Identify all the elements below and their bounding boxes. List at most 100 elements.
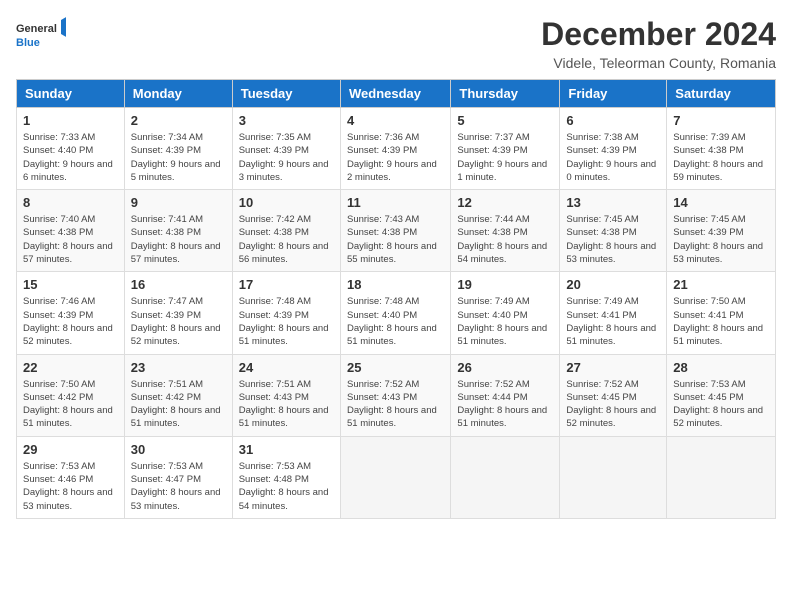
day-number: 16 [131, 277, 226, 292]
calendar-cell: 16 Sunrise: 7:47 AMSunset: 4:39 PMDayligh… [124, 272, 232, 354]
title-section: December 2024 Videle, Teleorman County, … [541, 16, 776, 71]
calendar-table: Sunday Monday Tuesday Wednesday Thursday… [16, 79, 776, 519]
day-number: 7 [673, 113, 769, 128]
day-number: 10 [239, 195, 334, 210]
day-number: 19 [457, 277, 553, 292]
day-info: Sunrise: 7:42 AMSunset: 4:38 PMDaylight:… [239, 213, 334, 266]
calendar-cell: 25Sunrise: 7:52 AMSunset: 4:43 PMDayligh… [340, 354, 450, 436]
calendar-cell: 27 Sunrise: 7:52 AMSunset: 4:45 PMDayligh… [560, 354, 667, 436]
calendar-cell: 13 Sunrise: 7:45 AMSunset: 4:38 PMDayligh… [560, 190, 667, 272]
day-info: Sunrise: 7:50 AMSunset: 4:42 PMDaylight:… [23, 378, 118, 431]
day-number: 27 [566, 360, 660, 375]
calendar-cell: 9Sunrise: 7:41 AMSunset: 4:38 PMDaylight… [124, 190, 232, 272]
calendar-cell: 14 Sunrise: 7:45 AMSunset: 4:39 PMDayligh… [667, 190, 776, 272]
day-number: 23 [131, 360, 226, 375]
day-number: 22 [23, 360, 118, 375]
day-info: Sunrise: 7:45 AMSunset: 4:38 PMDaylight:… [566, 213, 660, 266]
day-info: Sunrise: 7:38 AMSunset: 4:39 PMDaylight:… [566, 131, 660, 184]
calendar-cell: 6 Sunrise: 7:38 AMSunset: 4:39 PMDaylight… [560, 108, 667, 190]
svg-text:General: General [16, 23, 57, 35]
calendar-cell: 2 Sunrise: 7:34 AMSunset: 4:39 PMDaylight… [124, 108, 232, 190]
day-info: Sunrise: 7:53 AMSunset: 4:46 PMDaylight:… [23, 460, 118, 513]
day-number: 29 [23, 442, 118, 457]
day-number: 8 [23, 195, 118, 210]
calendar-week-row: 8 Sunrise: 7:40 AMSunset: 4:38 PMDaylight… [17, 190, 776, 272]
col-sunday: Sunday [17, 80, 125, 108]
day-info: Sunrise: 7:47 AMSunset: 4:39 PMDaylight:… [131, 295, 226, 348]
calendar-cell: 12Sunrise: 7:44 AMSunset: 4:38 PMDayligh… [451, 190, 560, 272]
day-number: 30 [131, 442, 226, 457]
day-number: 17 [239, 277, 334, 292]
day-number: 14 [673, 195, 769, 210]
day-number: 4 [347, 113, 444, 128]
day-number: 1 [23, 113, 118, 128]
day-number: 20 [566, 277, 660, 292]
calendar-cell: 17Sunrise: 7:48 AMSunset: 4:39 PMDayligh… [232, 272, 340, 354]
day-number: 13 [566, 195, 660, 210]
calendar-cell: 21 Sunrise: 7:50 AMSunset: 4:41 PMDayligh… [667, 272, 776, 354]
calendar-week-row: 22 Sunrise: 7:50 AMSunset: 4:42 PMDayligh… [17, 354, 776, 436]
day-info: Sunrise: 7:52 AMSunset: 4:45 PMDaylight:… [566, 378, 660, 431]
calendar-cell: 5Sunrise: 7:37 AMSunset: 4:39 PMDaylight… [451, 108, 560, 190]
day-info: Sunrise: 7:33 AMSunset: 4:40 PMDaylight:… [23, 131, 118, 184]
calendar-cell: 8 Sunrise: 7:40 AMSunset: 4:38 PMDaylight… [17, 190, 125, 272]
day-info: Sunrise: 7:39 AMSunset: 4:38 PMDaylight:… [673, 131, 769, 184]
col-thursday: Thursday [451, 80, 560, 108]
day-number: 15 [23, 277, 118, 292]
calendar-cell: 26Sunrise: 7:52 AMSunset: 4:44 PMDayligh… [451, 354, 560, 436]
day-info: Sunrise: 7:34 AMSunset: 4:39 PMDaylight:… [131, 131, 226, 184]
calendar-cell: 11 Sunrise: 7:43 AMSunset: 4:38 PMDayligh… [340, 190, 450, 272]
day-number: 24 [239, 360, 334, 375]
day-info: Sunrise: 7:35 AMSunset: 4:39 PMDaylight:… [239, 131, 334, 184]
calendar-cell: 24 Sunrise: 7:51 AMSunset: 4:43 PMDayligh… [232, 354, 340, 436]
day-number: 2 [131, 113, 226, 128]
logo-svg: General Blue [16, 16, 66, 54]
col-tuesday: Tuesday [232, 80, 340, 108]
calendar-cell: 19 Sunrise: 7:49 AMSunset: 4:40 PMDayligh… [451, 272, 560, 354]
calendar-cell: 10 Sunrise: 7:42 AMSunset: 4:38 PMDayligh… [232, 190, 340, 272]
col-wednesday: Wednesday [340, 80, 450, 108]
day-info: Sunrise: 7:49 AMSunset: 4:40 PMDaylight:… [457, 295, 553, 348]
day-info: Sunrise: 7:37 AMSunset: 4:39 PMDaylight:… [457, 131, 553, 184]
calendar-week-row: 29 Sunrise: 7:53 AMSunset: 4:46 PMDayligh… [17, 436, 776, 518]
day-info: Sunrise: 7:52 AMSunset: 4:43 PMDaylight:… [347, 378, 444, 431]
calendar-cell: 22 Sunrise: 7:50 AMSunset: 4:42 PMDayligh… [17, 354, 125, 436]
page-header: General Blue December 2024 Videle, Teleo… [16, 16, 776, 71]
day-info: Sunrise: 7:36 AMSunset: 4:39 PMDaylight:… [347, 131, 444, 184]
calendar-header-row: Sunday Monday Tuesday Wednesday Thursday… [17, 80, 776, 108]
day-info: Sunrise: 7:53 AMSunset: 4:45 PMDaylight:… [673, 378, 769, 431]
month-title: December 2024 [541, 16, 776, 53]
calendar-cell: 29 Sunrise: 7:53 AMSunset: 4:46 PMDayligh… [17, 436, 125, 518]
day-info: Sunrise: 7:51 AMSunset: 4:43 PMDaylight:… [239, 378, 334, 431]
svg-text:Blue: Blue [16, 37, 40, 49]
day-number: 21 [673, 277, 769, 292]
day-info: Sunrise: 7:43 AMSunset: 4:38 PMDaylight:… [347, 213, 444, 266]
day-info: Sunrise: 7:48 AMSunset: 4:40 PMDaylight:… [347, 295, 444, 348]
calendar-cell: 4 Sunrise: 7:36 AMSunset: 4:39 PMDaylight… [340, 108, 450, 190]
calendar-week-row: 1 Sunrise: 7:33 AMSunset: 4:40 PMDaylight… [17, 108, 776, 190]
day-info: Sunrise: 7:45 AMSunset: 4:39 PMDaylight:… [673, 213, 769, 266]
day-number: 3 [239, 113, 334, 128]
day-info: Sunrise: 7:50 AMSunset: 4:41 PMDaylight:… [673, 295, 769, 348]
day-number: 11 [347, 195, 444, 210]
calendar-cell: 7 Sunrise: 7:39 AMSunset: 4:38 PMDaylight… [667, 108, 776, 190]
calendar-cell: 31Sunrise: 7:53 AMSunset: 4:48 PMDayligh… [232, 436, 340, 518]
calendar-week-row: 15Sunrise: 7:46 AMSunset: 4:39 PMDayligh… [17, 272, 776, 354]
calendar-cell: 1 Sunrise: 7:33 AMSunset: 4:40 PMDaylight… [17, 108, 125, 190]
day-number: 28 [673, 360, 769, 375]
day-info: Sunrise: 7:53 AMSunset: 4:47 PMDaylight:… [131, 460, 226, 513]
calendar-cell [451, 436, 560, 518]
day-info: Sunrise: 7:41 AMSunset: 4:38 PMDaylight:… [131, 213, 226, 266]
col-monday: Monday [124, 80, 232, 108]
day-info: Sunrise: 7:49 AMSunset: 4:41 PMDaylight:… [566, 295, 660, 348]
logo: General Blue [16, 16, 66, 54]
calendar-cell: 15Sunrise: 7:46 AMSunset: 4:39 PMDayligh… [17, 272, 125, 354]
day-info: Sunrise: 7:44 AMSunset: 4:38 PMDaylight:… [457, 213, 553, 266]
calendar-cell [667, 436, 776, 518]
calendar-cell [560, 436, 667, 518]
day-info: Sunrise: 7:51 AMSunset: 4:42 PMDaylight:… [131, 378, 226, 431]
calendar-cell: 23 Sunrise: 7:51 AMSunset: 4:42 PMDayligh… [124, 354, 232, 436]
day-info: Sunrise: 7:52 AMSunset: 4:44 PMDaylight:… [457, 378, 553, 431]
day-info: Sunrise: 7:40 AMSunset: 4:38 PMDaylight:… [23, 213, 118, 266]
day-number: 6 [566, 113, 660, 128]
